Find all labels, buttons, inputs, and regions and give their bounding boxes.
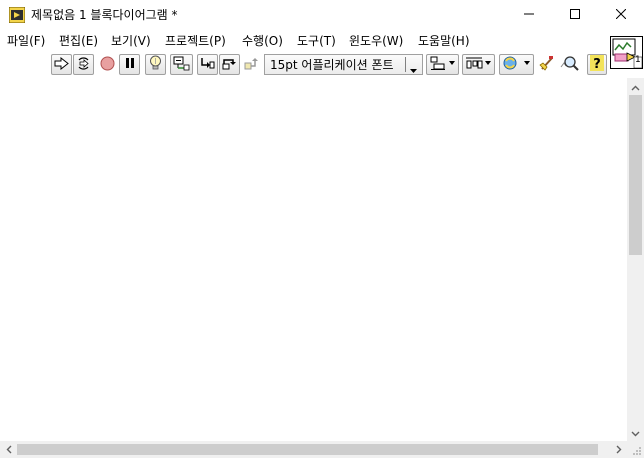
maximize-icon: [570, 8, 580, 22]
pause-button[interactable]: [119, 54, 140, 75]
abort-button[interactable]: [97, 54, 118, 75]
context-help-icon: ?: [590, 55, 604, 74]
font-dropdown-value: 15pt 어플리케이션 폰트: [270, 58, 394, 72]
step-into-icon: [200, 57, 215, 73]
menu-bar: 파일(F) 편집(E) 보기(V) 프로젝트(P) 수행(O) 도구(T) 윈도…: [0, 30, 608, 52]
vertical-scroll-thumb[interactable]: [629, 95, 642, 255]
pause-icon: [124, 57, 136, 72]
step-over-icon: [222, 57, 237, 73]
step-over-button[interactable]: [219, 54, 240, 75]
close-button[interactable]: [598, 0, 644, 30]
resize-grip-icon: [627, 447, 644, 461]
horizontal-scrollbar[interactable]: [0, 441, 627, 458]
minimize-button[interactable]: [506, 0, 552, 30]
toolbar: 15pt 어플리케이션 폰트 ?: [0, 52, 608, 78]
step-into-button[interactable]: [197, 54, 218, 75]
vertical-scrollbar[interactable]: [627, 78, 644, 441]
title-bar: 제목없음 1 블록다이어그램 *: [0, 0, 644, 30]
menu-tools[interactable]: 도구(T): [297, 33, 336, 49]
align-objects-button[interactable]: [426, 54, 459, 75]
run-continuously-icon: [76, 56, 91, 74]
context-help-button[interactable]: ?: [587, 54, 607, 75]
menu-edit[interactable]: 편집(E): [59, 33, 98, 49]
scroll-down-button[interactable]: [627, 424, 644, 441]
scroll-right-button[interactable]: [610, 441, 627, 458]
chevron-right-icon: [616, 443, 622, 457]
maximize-button[interactable]: [552, 0, 598, 30]
distribute-objects-button[interactable]: [462, 54, 495, 75]
text-settings-dropdown[interactable]: 15pt 어플리케이션 폰트: [264, 54, 423, 75]
reorder-button[interactable]: [499, 54, 534, 75]
dropdown-divider: [405, 57, 406, 72]
step-out-icon: [244, 57, 259, 73]
menu-file[interactable]: 파일(F): [7, 33, 45, 49]
abort-icon: [100, 56, 115, 74]
dropdown-arrow-icon: [410, 62, 417, 76]
retain-wire-values-button[interactable]: [170, 54, 193, 75]
scroll-left-button[interactable]: [0, 441, 17, 458]
clean-up-diagram-icon: [539, 55, 555, 74]
chevron-left-icon: [6, 443, 12, 457]
search-button[interactable]: [558, 54, 582, 75]
menu-operate[interactable]: 수행(O): [242, 33, 283, 49]
search-icon: [560, 55, 580, 75]
minimize-icon: [524, 8, 534, 22]
window-title: 제목없음 1 블록다이어그램 *: [31, 8, 178, 22]
horizontal-scroll-thumb[interactable]: [17, 444, 598, 455]
reorder-icon: [502, 55, 531, 74]
menu-window[interactable]: 윈도우(W): [349, 33, 403, 49]
resize-grip[interactable]: [627, 441, 644, 458]
highlight-execution-icon: [149, 55, 162, 74]
run-arrow-icon: [54, 56, 69, 73]
step-out-button[interactable]: [241, 54, 262, 75]
clean-up-diagram-button[interactable]: [537, 54, 557, 75]
block-diagram-canvas[interactable]: [0, 78, 627, 441]
svg-text:?: ?: [593, 57, 601, 71]
align-objects-icon: [429, 56, 456, 73]
retain-wire-values-icon: [173, 56, 190, 74]
run-continuously-button[interactable]: [73, 54, 94, 75]
chevron-up-icon: [631, 80, 640, 94]
close-icon: [615, 8, 627, 22]
vi-icon-number: 1: [635, 55, 641, 65]
chevron-down-icon: [631, 426, 640, 440]
menu-view[interactable]: 보기(V): [111, 33, 151, 49]
run-button[interactable]: [51, 54, 72, 75]
distribute-objects-icon: [465, 56, 492, 73]
menu-help[interactable]: 도움말(H): [418, 33, 470, 49]
scroll-up-button[interactable]: [627, 78, 644, 95]
menu-project[interactable]: 프로젝트(P): [165, 33, 226, 49]
highlight-execution-button[interactable]: [145, 54, 166, 75]
vi-icon-pane[interactable]: 1: [610, 36, 643, 69]
labview-app-icon: [8, 6, 26, 24]
